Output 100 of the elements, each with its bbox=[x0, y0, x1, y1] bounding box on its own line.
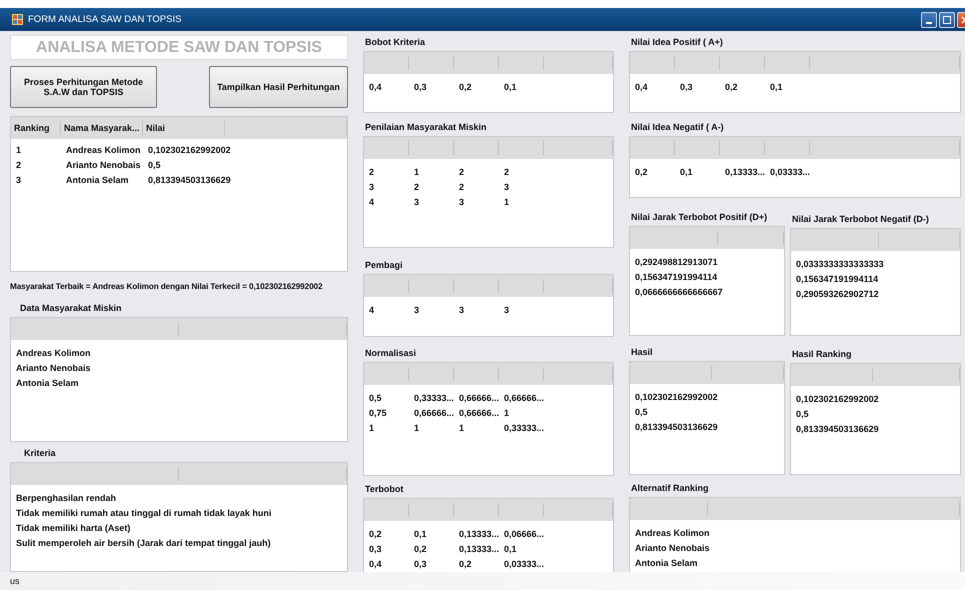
table-cell-text: 0,1 bbox=[504, 82, 518, 92]
table-cell-text: 1 bbox=[414, 166, 420, 176]
column-header[interactable]: Nama Masyarak... bbox=[64, 123, 140, 133]
table-cell: 0,0666666666666667 bbox=[635, 286, 723, 296]
table-cell-text: 1 bbox=[459, 422, 466, 432]
table-cell-text: 0,1 bbox=[680, 166, 694, 176]
table-cell-text: Arianto Nenobais bbox=[635, 542, 711, 552]
table-cell-text: 3 bbox=[504, 304, 510, 314]
grid-label: Nilai Jarak Terbobot Positif (D+) bbox=[631, 212, 768, 222]
table-cell-text: 1 bbox=[504, 196, 510, 206]
grid-label: Pembagi bbox=[365, 260, 404, 270]
table-cell-text: 1 bbox=[16, 144, 22, 154]
window-title: FORM ANALISA SAW DAN TOPSIS bbox=[28, 14, 182, 25]
table-cell-text: 0,5 bbox=[148, 160, 162, 170]
table-cell-text: 0,66666... bbox=[459, 392, 500, 402]
table-cell-text: 2 bbox=[16, 160, 22, 170]
table-cell-text: 0,156347191994114 bbox=[796, 274, 880, 284]
table-cell-text: 0,3 bbox=[680, 82, 694, 92]
table-cell-text: 0,5 bbox=[635, 406, 649, 416]
table-cell-text: 0,1 bbox=[770, 82, 784, 92]
table-cell: 0,0333333333333333 bbox=[796, 258, 884, 268]
table-cell: Sulit memperoleh air bersih (Jarak dari tempat tinggal jauh) bbox=[16, 538, 271, 548]
table-cell-text: 0,156347191994114 bbox=[635, 272, 718, 282]
table-cell-text: 0,2 bbox=[459, 558, 473, 568]
action-button[interactable]: Tampilkan Hasil Perhitungan bbox=[209, 66, 348, 108]
table-cell-text: 0,13333... bbox=[725, 166, 766, 176]
table-cell-text: 3 bbox=[459, 196, 466, 206]
table-cell: 0,813394503136629 bbox=[635, 422, 717, 432]
table-cell: Arianto Nenobais bbox=[16, 362, 91, 372]
table-cell-text: Antonia Selam bbox=[635, 558, 699, 568]
table-cell-text: 3 bbox=[459, 304, 466, 314]
table-cell-text: 0,2 bbox=[635, 166, 649, 176]
result-message: Masyarakat Terbaik = Andreas Kolimon dengan Nilai Terkecil = 0,102302162992002 bbox=[10, 282, 324, 291]
table-cell-text: 0,03333... bbox=[770, 166, 812, 176]
table-cell-text: 0,06666... bbox=[504, 528, 546, 538]
table-cell-text: 0,5 bbox=[369, 392, 383, 402]
table-cell-text: 3 bbox=[414, 304, 420, 314]
grid-label: Kriteria bbox=[24, 448, 57, 458]
table-cell-text: 0,75 bbox=[369, 408, 388, 418]
table-cell-text: 3 bbox=[504, 182, 510, 192]
maximize-button[interactable] bbox=[939, 12, 955, 28]
table-cell-text: 4 bbox=[369, 196, 376, 206]
column-header[interactable]: Ranking bbox=[14, 123, 50, 133]
table-cell-text: Andreas Kolimon bbox=[66, 144, 142, 154]
table-cell-text: 3 bbox=[414, 196, 420, 206]
table-cell-text: 2 bbox=[369, 166, 376, 176]
table-cell: Berpenghasilan rendah bbox=[16, 492, 116, 502]
table-cell-text: 0,2 bbox=[459, 82, 473, 92]
table-cell-text: 3 bbox=[16, 174, 22, 184]
table-cell-text: 0,5 bbox=[796, 408, 810, 418]
table-cell-text: 0,03333... bbox=[504, 558, 546, 568]
table-cell-text: 3 bbox=[369, 182, 376, 192]
table-cell-text: 0,1 bbox=[414, 528, 428, 538]
table-cell-text: 1 bbox=[414, 422, 420, 432]
table-cell-text: 0,4 bbox=[369, 558, 383, 568]
table-cell-text: 2 bbox=[459, 182, 466, 192]
table-cell: Antonia Selam bbox=[16, 378, 79, 388]
minimize-button[interactable] bbox=[921, 12, 937, 28]
table-cell: 0,102302162992002 bbox=[148, 144, 230, 154]
table-cell-text: 2 bbox=[414, 182, 420, 192]
table-cell-text: 0,3 bbox=[414, 82, 428, 92]
minimize-icon bbox=[926, 22, 932, 24]
table-cell-text: 0,2 bbox=[369, 528, 383, 538]
table-cell-text: 1 bbox=[369, 422, 376, 432]
column-header[interactable]: Nilai bbox=[146, 123, 166, 133]
table-cell: 0,102302162992002 bbox=[796, 394, 878, 404]
table-cell-text: 0,33333... bbox=[504, 422, 546, 432]
table-cell: 0,102302162992002 bbox=[635, 392, 717, 402]
table-cell-text: 2 bbox=[504, 166, 510, 176]
grid-label: Normalisasi bbox=[365, 348, 418, 358]
table-cell-text: Andreas Kolimon bbox=[635, 528, 711, 538]
app-heading: ANALISA METODE SAW DAN TOPSIS bbox=[10, 35, 348, 60]
table-cell: 0,813394503136629 bbox=[148, 174, 230, 184]
table-cell-text: 2 bbox=[459, 166, 466, 176]
table-cell-text: 0,3 bbox=[369, 544, 383, 554]
table-cell-text: 0,2 bbox=[725, 82, 739, 92]
status-text: us bbox=[10, 576, 20, 586]
table-cell: Tidak memiliki rumah atau tinggal di rumah tidak layak huni bbox=[16, 508, 272, 518]
table-cell-text: Arianto Nenobais bbox=[66, 160, 142, 170]
grid-label: Terbobot bbox=[365, 484, 404, 494]
grid-label: Data Masyarakat Miskin bbox=[20, 303, 123, 313]
app-icon bbox=[12, 14, 23, 25]
table-cell-text: 0,4 bbox=[635, 82, 649, 92]
table-cell-text: Antonia Selam bbox=[66, 174, 130, 184]
maximize-icon bbox=[943, 16, 951, 24]
action-button[interactable]: Proses Perhitungan Metode S.A.W dan TOPSIS bbox=[10, 66, 157, 108]
table-cell-text: 0,13333... bbox=[459, 528, 500, 538]
grid-label: Alternatif Ranking bbox=[631, 483, 710, 493]
grid-label: Bobot Kriteria bbox=[365, 37, 426, 47]
table-cell-text: 0,3 bbox=[414, 558, 428, 568]
table-cell-text: 1 bbox=[504, 408, 510, 418]
grid-label: Hasil Ranking bbox=[792, 349, 853, 359]
table-cell: Andreas Kolimon bbox=[16, 348, 91, 358]
table-cell-text: 0,2 bbox=[414, 544, 428, 554]
table-cell-text: 0,33333... bbox=[414, 392, 456, 402]
table-cell-text: 0,13333... bbox=[459, 544, 500, 554]
grid-label: Nilai Jarak Terbobot Negatif (D-) bbox=[792, 214, 930, 224]
grid-label: Hasil bbox=[631, 347, 654, 357]
table-cell: Tidak memiliki harta (Aset) bbox=[16, 522, 130, 532]
table-cell-text: 0,66666... bbox=[504, 392, 546, 402]
